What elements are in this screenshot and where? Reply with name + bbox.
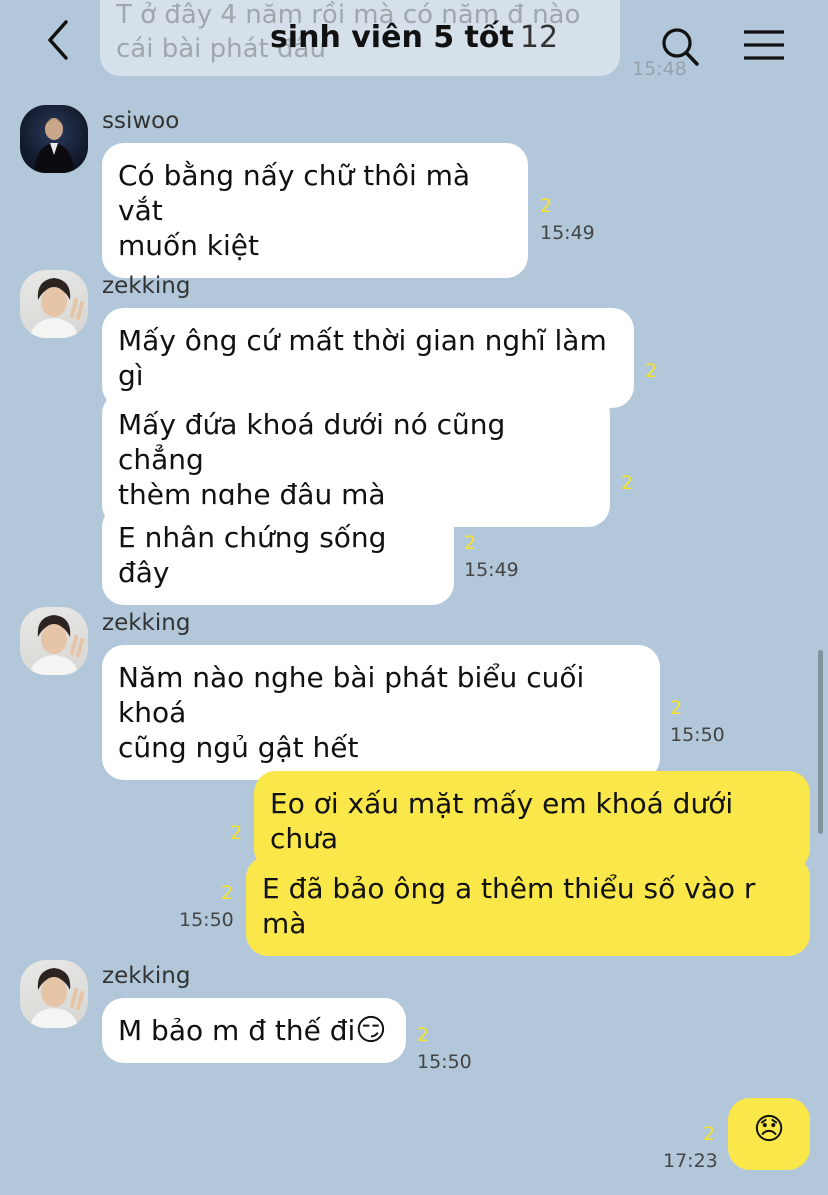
read-count: 2 xyxy=(464,532,477,554)
message-time: 15:49 xyxy=(464,559,519,581)
person-photo-icon xyxy=(30,968,84,1028)
avatar-zekking[interactable] xyxy=(20,607,88,675)
message-time: 17:23 xyxy=(663,1150,718,1172)
scrollbar[interactable] xyxy=(818,650,823,834)
chat-header: sinh viên 5 tốt 12 xyxy=(0,0,828,90)
chat-title: sinh viên 5 tốt 12 xyxy=(0,20,828,55)
read-count: 2 xyxy=(540,195,553,217)
message-text: M bảo m đ thế đi xyxy=(118,1014,356,1047)
person-photo-icon xyxy=(34,118,74,173)
sender-name: zekking xyxy=(102,610,191,636)
message-time: 15:49 xyxy=(540,222,595,244)
read-count: 2 xyxy=(417,1024,430,1046)
message-bubble[interactable]: Năm nào nghe bài phát biểu cuối khoá cũn… xyxy=(102,645,660,780)
message-bubble[interactable]: M bảo m đ thế đi😏 xyxy=(102,998,406,1063)
read-count: 2 xyxy=(703,1123,716,1145)
read-count: 2 xyxy=(670,697,683,719)
my-message-bubble[interactable]: 😞 xyxy=(728,1098,810,1170)
avatar-ssiwoo[interactable] xyxy=(20,105,88,173)
smirk-emoji-icon: 😏 xyxy=(355,1013,387,1048)
avatar-zekking[interactable] xyxy=(20,960,88,1028)
message-time: 15:50 xyxy=(179,909,234,931)
sender-name: zekking xyxy=(102,963,191,989)
read-count: 2 xyxy=(645,360,658,382)
read-count: 2 xyxy=(221,882,234,904)
message-time: 15:50 xyxy=(670,724,725,746)
message-bubble[interactable]: Có bằng nấy chữ thôi mà vắt muốn kiệt xyxy=(102,143,528,278)
member-count: 12 xyxy=(519,20,559,55)
hamburger-menu-icon xyxy=(744,30,784,60)
sender-name: zekking xyxy=(102,273,191,299)
message-bubble[interactable]: E nhân chứng sống đây xyxy=(102,505,454,605)
person-photo-icon xyxy=(30,615,84,675)
disappointed-emoji-icon: 😞 xyxy=(753,1112,785,1147)
sender-name: ssiwoo xyxy=(102,108,180,134)
search-icon xyxy=(662,28,699,66)
menu-button[interactable] xyxy=(742,28,786,64)
read-count: 2 xyxy=(230,822,243,844)
read-count: 2 xyxy=(621,472,634,494)
message-time: 15:50 xyxy=(417,1051,472,1073)
avatar-zekking[interactable] xyxy=(20,270,88,338)
person-photo-icon xyxy=(30,278,84,338)
my-message-bubble[interactable]: E đã bảo ông a thêm thiểu số vào r mà xyxy=(246,856,810,956)
search-button[interactable] xyxy=(660,26,700,68)
chat-name: sinh viên 5 tốt xyxy=(269,20,514,55)
